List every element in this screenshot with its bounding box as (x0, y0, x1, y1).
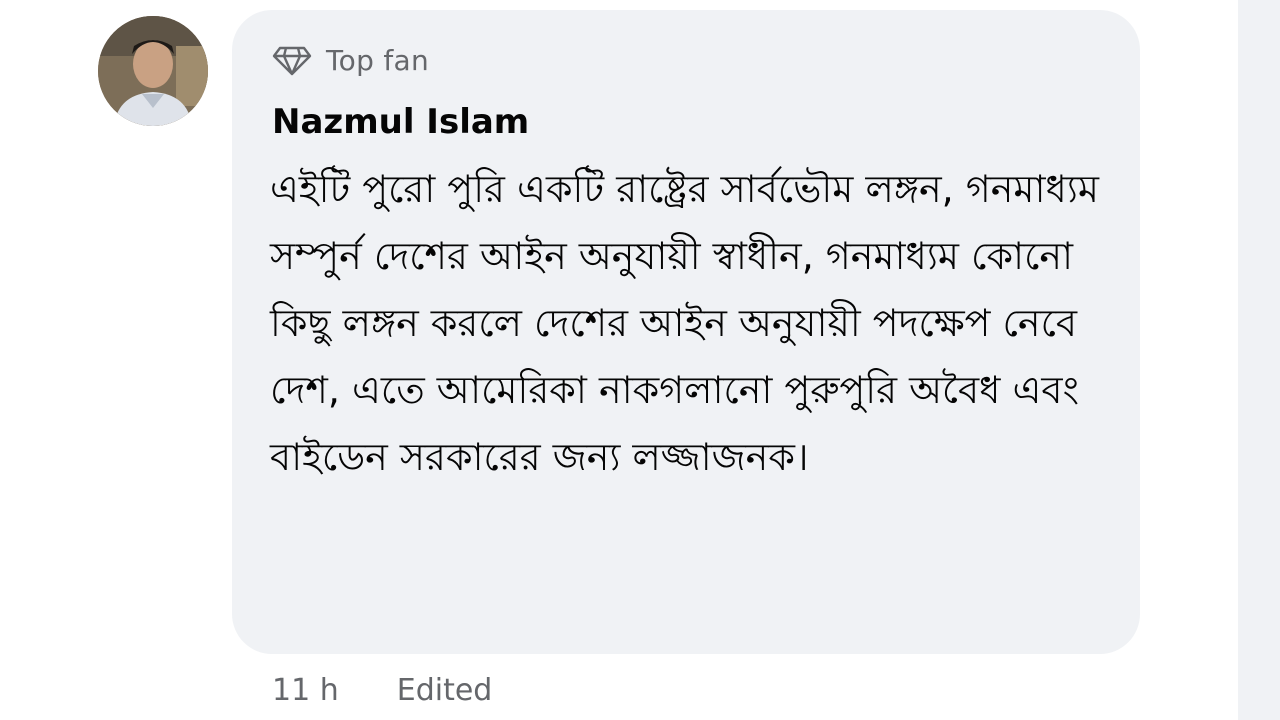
badge-label: Top fan (326, 43, 430, 77)
comment-meta: 11 h Edited (272, 668, 492, 712)
comment-bubble: Top fan Nazmul Islam এইটি পুরো পুরি একটি… (232, 10, 1140, 654)
comment-text: এইটি পুরো পুরি একটি রাষ্ট্রের সার্বভৌম ল… (270, 167, 1099, 479)
timestamp[interactable]: 11 h (272, 673, 339, 708)
top-fan-badge[interactable]: Top fan (272, 38, 429, 82)
user-avatar-photo (98, 16, 208, 126)
diamond-icon (272, 46, 312, 76)
side-panel-edge (1238, 0, 1280, 720)
author-name[interactable]: Nazmul Islam (272, 102, 529, 142)
edited-label[interactable]: Edited (397, 673, 493, 708)
avatar[interactable] (98, 16, 208, 126)
